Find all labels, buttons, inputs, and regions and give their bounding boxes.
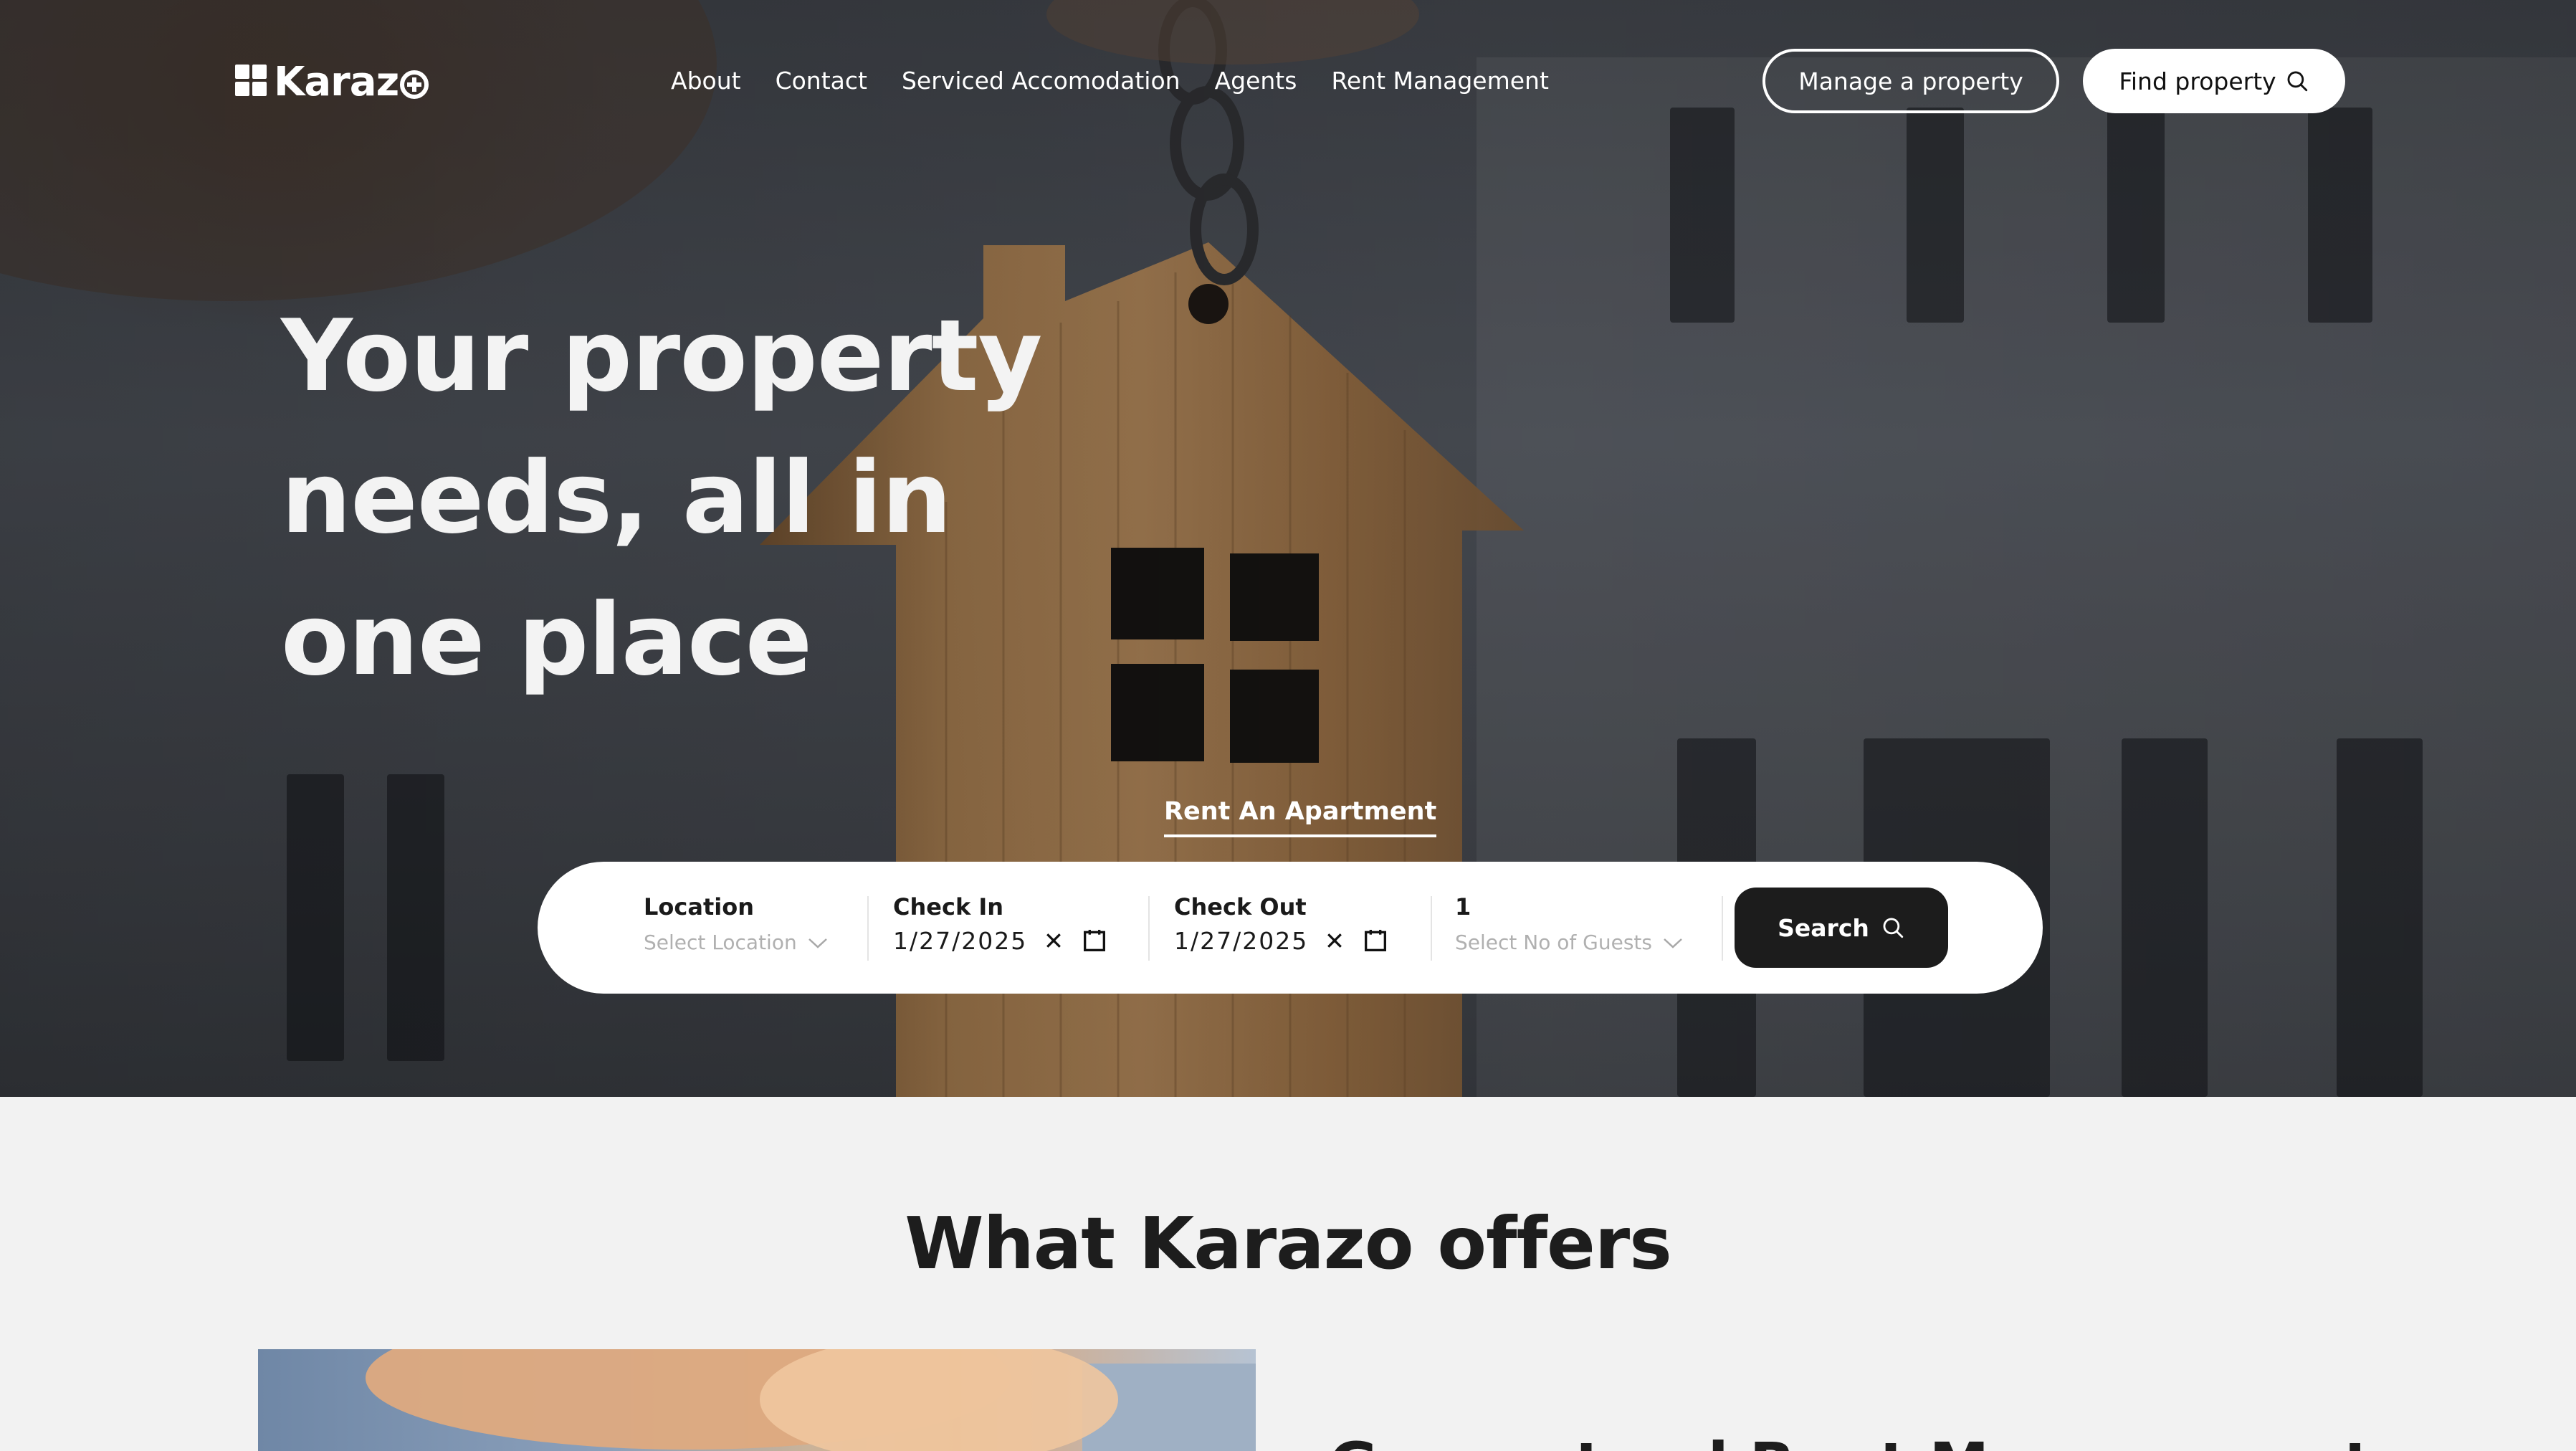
chevron-down-icon bbox=[1664, 938, 1682, 948]
close-icon[interactable] bbox=[1324, 930, 1345, 951]
check-out-date-input[interactable]: 1/27/2025 bbox=[1174, 926, 1390, 955]
offer-image bbox=[258, 1349, 1256, 1451]
find-property-label: Find property bbox=[2119, 67, 2276, 95]
manage-property-label: Manage a property bbox=[1798, 67, 2023, 95]
manage-property-button[interactable]: Manage a property bbox=[1762, 49, 2059, 113]
find-property-button[interactable]: Find property bbox=[2083, 49, 2345, 113]
guests-field[interactable]: 1 Select No of Guests bbox=[1455, 893, 1684, 954]
nav-contact[interactable]: Contact bbox=[776, 67, 867, 95]
hero-title: Your property needs, all in one place bbox=[281, 285, 1141, 711]
calendar-icon[interactable] bbox=[1080, 926, 1109, 955]
check-in-label: Check In bbox=[893, 893, 1004, 920]
brand-wordmark: Karaz bbox=[274, 58, 399, 105]
offers-section-title: What Karazo offers bbox=[905, 1202, 1671, 1285]
chevron-down-icon bbox=[808, 938, 827, 948]
logo-o-icon bbox=[400, 70, 429, 99]
brand-name: Karaz bbox=[274, 59, 429, 105]
hero-title-line-1: Your property bbox=[281, 298, 1042, 414]
brand-logo[interactable]: Karaz bbox=[235, 59, 429, 105]
field-divider bbox=[1148, 896, 1150, 961]
check-out-month: 1 bbox=[1174, 926, 1191, 955]
offer-image-hand bbox=[760, 1349, 1118, 1451]
guests-select[interactable]: Select No of Guests bbox=[1455, 931, 1684, 954]
field-divider bbox=[1722, 896, 1723, 961]
guests-count: 1 bbox=[1455, 893, 1471, 920]
field-divider bbox=[1431, 896, 1432, 961]
search-button-label: Search bbox=[1778, 913, 1869, 942]
field-divider bbox=[867, 896, 869, 961]
nav-rent-management[interactable]: Rent Management bbox=[1331, 67, 1548, 95]
check-out-field[interactable]: Check Out 1/27/2025 bbox=[1174, 893, 1390, 955]
location-label: Location bbox=[644, 893, 754, 920]
check-out-year: 2025 bbox=[1242, 926, 1309, 955]
logo-grid-icon bbox=[235, 65, 269, 99]
location-field[interactable]: Location Select Location bbox=[644, 893, 829, 954]
search-icon bbox=[2287, 71, 2307, 92]
check-in-date-input[interactable]: 1/27/2025 bbox=[893, 926, 1109, 955]
close-icon[interactable] bbox=[1043, 930, 1064, 951]
check-in-field[interactable]: Check In 1/27/2025 bbox=[893, 893, 1109, 955]
nav-agents[interactable]: Agents bbox=[1215, 67, 1297, 95]
hero-section: Karaz About Contact Serviced Accomodatio… bbox=[0, 0, 2576, 1097]
calendar-icon[interactable] bbox=[1361, 926, 1390, 955]
hero-title-line-2: needs, all in bbox=[281, 440, 952, 556]
search-bar: Location Select Location Check In 1/27/2… bbox=[538, 862, 2043, 994]
location-select[interactable]: Select Location bbox=[644, 931, 829, 954]
check-in-day: 27 bbox=[919, 926, 953, 955]
location-placeholder: Select Location bbox=[644, 931, 797, 954]
nav-about[interactable]: About bbox=[671, 67, 741, 95]
main-nav: About Contact Serviced Accomodation Agen… bbox=[671, 63, 1549, 97]
guests-placeholder: Select No of Guests bbox=[1455, 931, 1652, 954]
tab-rent-apartment[interactable]: Rent An Apartment bbox=[1164, 797, 1437, 837]
check-in-month: 1 bbox=[893, 926, 910, 955]
hero-title-line-3: one place bbox=[281, 582, 812, 698]
nav-serviced-accomodation[interactable]: Serviced Accomodation bbox=[902, 67, 1180, 95]
check-out-day: 27 bbox=[1200, 926, 1234, 955]
check-in-year: 2025 bbox=[961, 926, 1028, 955]
search-icon bbox=[1883, 918, 1904, 938]
check-out-label: Check Out bbox=[1174, 893, 1307, 920]
offer-heading: Guaranteed Rent Management bbox=[1329, 1429, 2372, 1451]
search-button[interactable]: Search bbox=[1735, 888, 1948, 968]
